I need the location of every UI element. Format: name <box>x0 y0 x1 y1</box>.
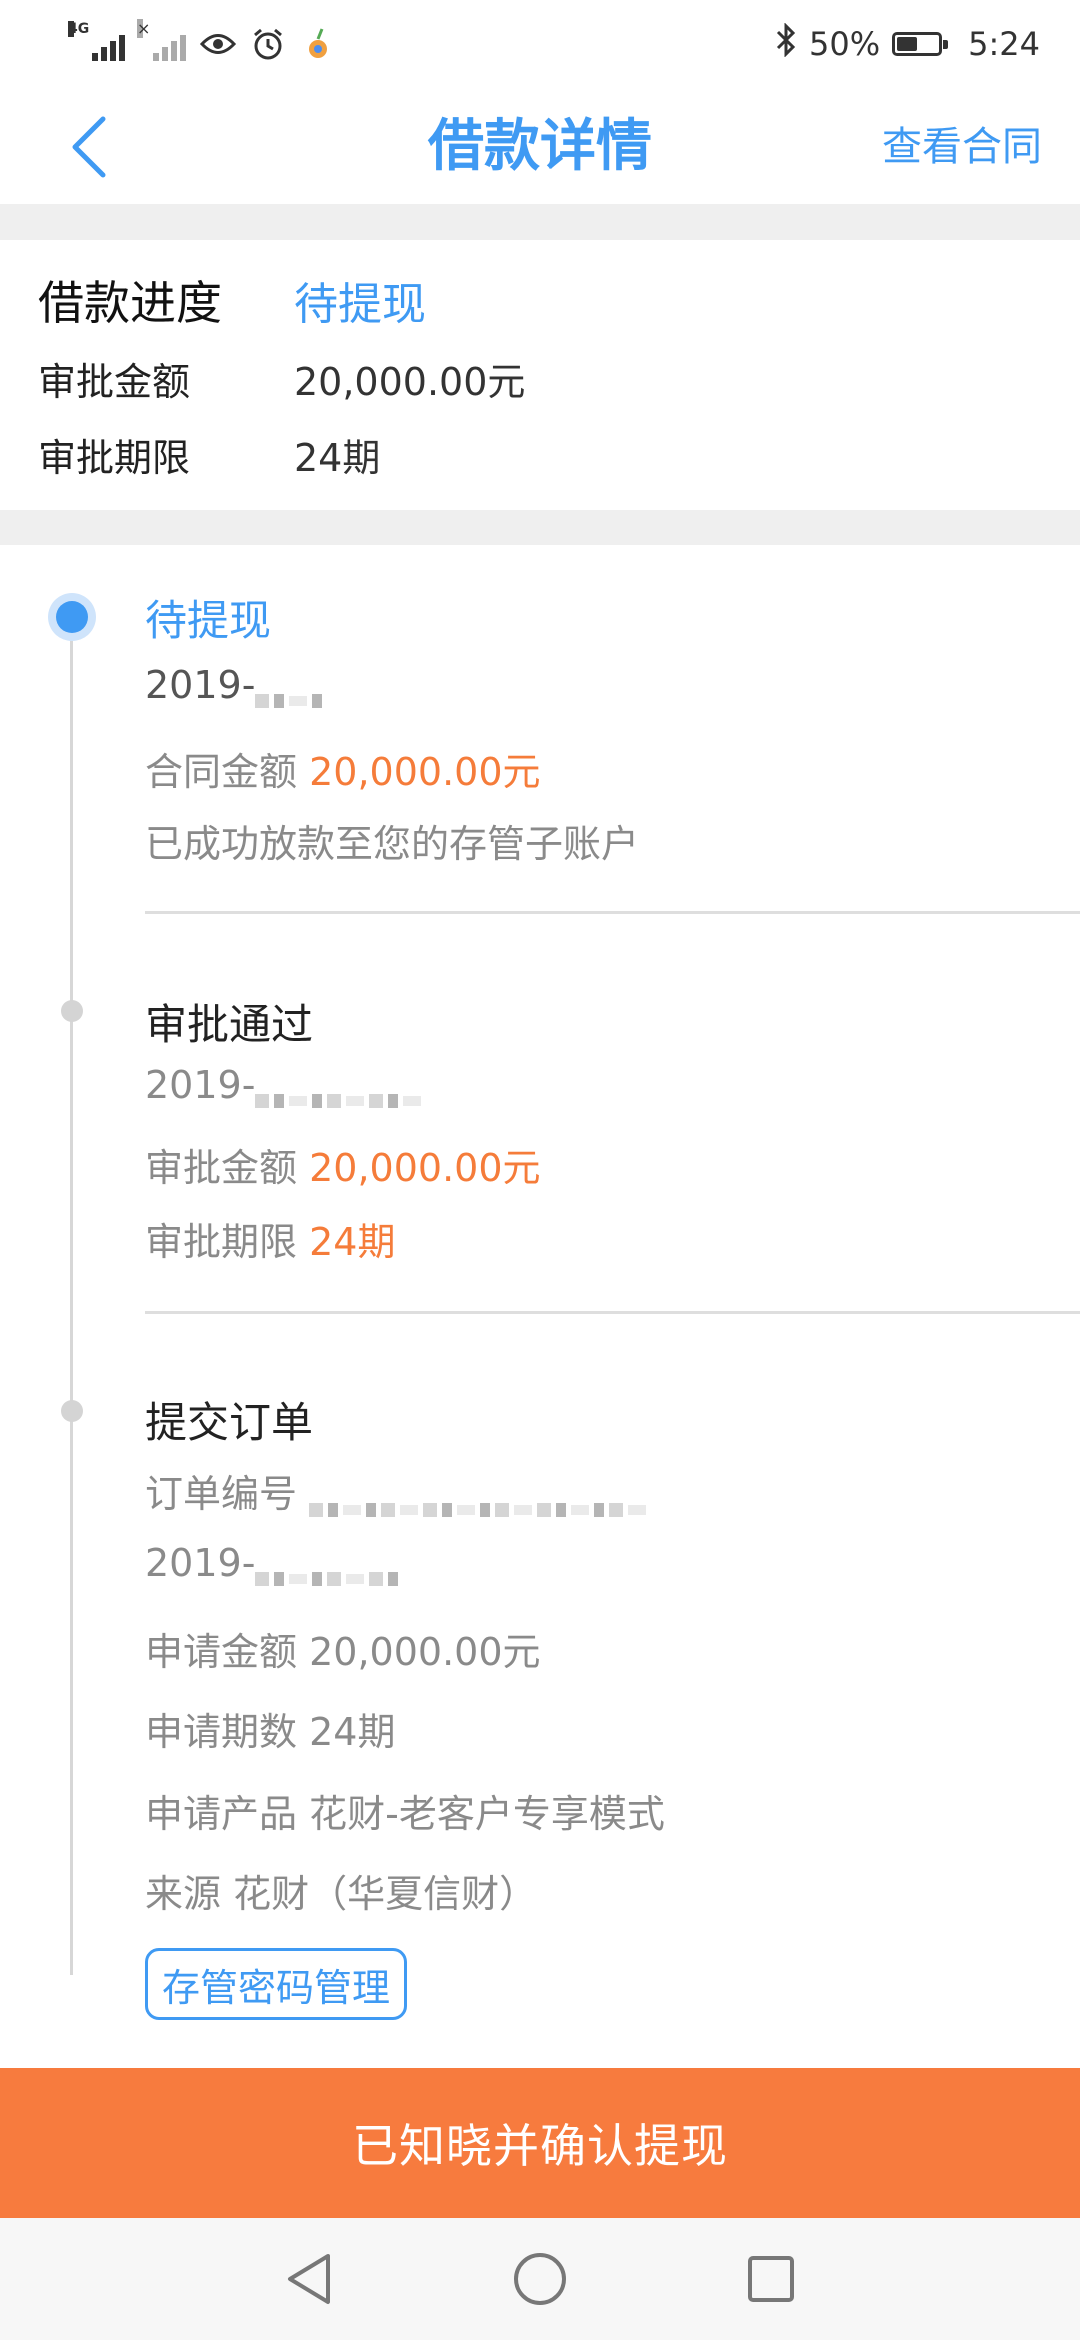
timeline-dot-active <box>48 593 96 641</box>
timeline-dot <box>61 1000 83 1022</box>
step2-date-text: 2019- <box>145 1063 256 1107</box>
step3-apply-amount-label: 申请金额 <box>145 1630 298 1674</box>
eye-icon <box>200 26 236 62</box>
timeline-line <box>70 615 73 1975</box>
approved-amount-row: 审批金额 20,000.00元 <box>38 350 525 406</box>
loan-timeline: 待提现 2019- 合同金额 20,000.00元 已成功放款至您的存管子账户 … <box>0 545 1080 2070</box>
view-contract-link[interactable]: 查看合同 <box>882 90 1042 204</box>
app-icon <box>300 26 336 62</box>
step3-source-label: 来源 <box>145 1872 222 1916</box>
step2-term-label: 审批期限 <box>145 1220 298 1264</box>
redacted-block <box>255 677 327 708</box>
step3-product-row: 申请产品 花财-老客户专享模式 <box>145 1783 665 1838</box>
step1-date: 2019- <box>145 663 327 708</box>
alarm-icon <box>250 26 286 62</box>
step3-apply-term-label: 申请期数 <box>145 1710 298 1754</box>
status-right: 50% 5:24 <box>775 22 1040 66</box>
step2-term-row: 审批期限 24期 <box>145 1211 395 1266</box>
password-manage-button[interactable]: 存管密码管理 <box>145 1948 408 2020</box>
step1-amount-label: 合同金额 <box>145 750 298 794</box>
progress-value: 待提现 <box>294 279 426 330</box>
confirm-withdraw-button[interactable]: 已知晓并确认提现 <box>0 2068 1080 2218</box>
nav-home-icon[interactable] <box>507 2246 573 2312</box>
battery-percent: 50% <box>809 25 881 63</box>
redacted-block <box>255 1555 403 1586</box>
progress-label: 借款进度 <box>38 276 222 330</box>
clock: 5:24 <box>968 25 1040 63</box>
step1-note: 已成功放款至您的存管子账户 <box>145 822 640 866</box>
step3-apply-term-row: 申请期数 24期 <box>145 1701 395 1756</box>
approved-term-value: 24期 <box>294 435 381 480</box>
approved-amount-label: 审批金额 <box>38 359 191 404</box>
step3-source-row: 来源 花财（华夏信财） <box>145 1863 537 1918</box>
step2-amount-row: 审批金额 20,000.00元 <box>145 1137 541 1192</box>
system-nav-bar <box>0 2218 1080 2340</box>
step2-date: 2019- <box>145 1063 426 1108</box>
nav-bar: 借款详情 查看合同 <box>0 90 1080 204</box>
nav-back-icon[interactable] <box>276 2246 342 2312</box>
step3-apply-term-value: 24期 <box>309 1710 396 1754</box>
step2-title: 审批通过 <box>145 1000 314 1049</box>
signal-icon: 4G <box>68 21 125 61</box>
step3-apply-amount-row: 申请金额 20,000.00元 <box>145 1621 541 1676</box>
step3-order-row: 订单编号 <box>145 1463 651 1518</box>
step2-amount-value: 20,000.00元 <box>309 1146 541 1190</box>
step1-title: 待提现 <box>145 596 272 645</box>
nav-recents-icon[interactable] <box>738 2246 804 2312</box>
step3-source-value: 花财（华夏信财） <box>233 1872 538 1916</box>
approved-term-label: 审批期限 <box>38 435 191 480</box>
step2-amount-label: 审批金额 <box>145 1146 298 1190</box>
step3-product-label: 申请产品 <box>145 1792 298 1836</box>
progress-row: 借款进度 待提现 <box>38 268 426 332</box>
battery-icon <box>892 32 949 56</box>
step3-date-text: 2019- <box>145 1541 256 1585</box>
step3-order-label: 订单编号 <box>145 1472 298 1516</box>
bluetooth-icon <box>775 22 797 65</box>
approved-term-row: 审批期限 24期 <box>38 426 380 482</box>
redacted-block <box>255 1077 426 1108</box>
step1-date-text: 2019- <box>145 663 256 707</box>
step3-apply-amount-value: 20,000.00元 <box>309 1630 541 1674</box>
status-bar: 4G × 50% 5:24 <box>0 0 1080 90</box>
divider <box>145 911 1080 914</box>
network-type-label: 4G <box>68 21 90 37</box>
status-left: 4G × <box>68 19 336 66</box>
step1-amount-value: 20,000.00元 <box>309 750 541 794</box>
section-gap <box>0 204 1080 240</box>
section-gap <box>0 510 1080 545</box>
divider <box>145 1311 1080 1314</box>
loan-summary: 借款进度 待提现 审批金额 20,000.00元 审批期限 24期 <box>0 240 1080 510</box>
timeline-dot <box>61 1400 83 1422</box>
approved-amount-value: 20,000.00元 <box>294 359 526 404</box>
step3-title: 提交订单 <box>145 1398 314 1447</box>
redacted-block <box>309 1486 651 1517</box>
step2-term-value: 24期 <box>309 1220 396 1264</box>
step1-amount-row: 合同金额 20,000.00元 <box>145 741 541 796</box>
signal-weak-icon: × <box>137 19 186 61</box>
step3-product-value: 花财-老客户专享模式 <box>309 1792 665 1836</box>
step3-date: 2019- <box>145 1541 403 1586</box>
